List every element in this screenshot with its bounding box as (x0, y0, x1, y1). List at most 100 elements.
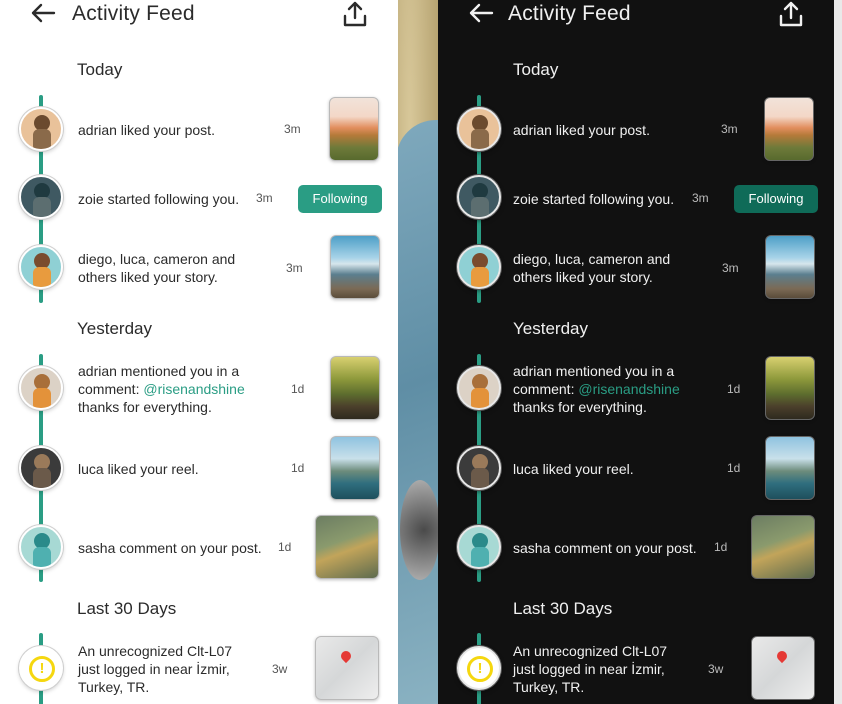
map-pin-icon (774, 648, 789, 663)
activity-text-line: comment: @risenandshine (78, 380, 245, 398)
map-thumbnail[interactable] (315, 636, 379, 700)
text-prefix: comment: (513, 381, 579, 397)
section-title-last30: Last 30 Days (513, 599, 613, 618)
post-thumbnail-flowers[interactable] (764, 97, 814, 161)
comment-thumbnail-forest[interactable] (765, 356, 815, 420)
activity-text: zoie started following you. (513, 191, 675, 207)
header: Activity Feed (438, 0, 834, 30)
arrow-left-icon[interactable] (30, 2, 56, 24)
avatar-diego[interactable] (457, 245, 501, 289)
activity-feed-dark-panel: Activity Feed Today adrian liked your po… (438, 0, 834, 704)
activity-text: luca liked your reel. (78, 461, 199, 477)
reel-thumbnail-mountain[interactable] (765, 436, 815, 500)
post-thumbnail-grass[interactable] (315, 515, 379, 579)
avatar-zoie[interactable] (19, 175, 63, 219)
mention-link[interactable]: @risenandshine (143, 381, 244, 397)
mention-link[interactable]: @risenandshine (578, 381, 679, 397)
post-thumbnail-grass[interactable] (751, 515, 815, 579)
activity-text: An unrecognized Clt-L07 just logged in n… (513, 642, 667, 696)
timestamp: 3m (692, 191, 709, 205)
avatar-zoie[interactable] (457, 175, 501, 219)
background-backdrop (396, 0, 442, 704)
activity-text-line: comment: @risenandshine (513, 380, 680, 398)
exclamation-circle-icon: ! (29, 656, 55, 682)
timestamp: 3m (286, 261, 303, 275)
activity-text-line: An unrecognized Clt-L07 (513, 643, 668, 659)
text-prefix: comment: (78, 381, 144, 397)
backdrop-blue-shape (396, 120, 442, 704)
section-title-yesterday: Yesterday (77, 319, 152, 338)
timestamp: 3m (721, 122, 738, 136)
avatar-luca[interactable] (19, 446, 63, 490)
activity-text-line: adrian mentioned you in a (78, 363, 240, 379)
map-pin-icon (338, 648, 353, 663)
following-button[interactable]: Following (298, 185, 382, 213)
share-upload-icon[interactable] (778, 0, 804, 28)
comment-thumbnail-forest[interactable] (330, 356, 380, 420)
following-button[interactable]: Following (734, 185, 818, 213)
activity-text-line: Turkey, TR. (78, 679, 150, 695)
exclamation-circle-icon: ! (467, 656, 493, 682)
activity-text-line: just logged in near İzmir, (78, 661, 230, 677)
page-title: Activity Feed (508, 2, 631, 25)
timestamp: 1d (291, 382, 305, 396)
activity-text-line: others liked your story. (513, 269, 653, 285)
activity-text: adrian mentioned you in a comment: @rise… (513, 362, 680, 416)
section-title-today: Today (77, 60, 123, 79)
activity-text-line: diego, luca, cameron and (513, 251, 671, 267)
timestamp: 3w (708, 662, 724, 676)
activity-text: diego, luca, cameron and others liked yo… (78, 250, 235, 286)
activity-text: adrian liked your post. (513, 122, 650, 138)
story-thumbnail-lake[interactable] (765, 235, 815, 299)
header: Activity Feed (0, 0, 398, 30)
activity-text-line: Turkey, TR. (513, 679, 585, 695)
activity-feed-light-panel: Activity Feed Today adrian liked your po… (0, 0, 398, 704)
avatar-sasha[interactable] (457, 525, 501, 569)
avatar-adrian[interactable] (457, 107, 501, 151)
activity-text: zoie started following you. (78, 191, 240, 207)
backdrop-gray-shape (400, 480, 440, 580)
reel-thumbnail-mountain[interactable] (330, 436, 380, 500)
activity-text: sasha comment on your post. (78, 540, 262, 556)
section-title-last30: Last 30 Days (77, 599, 177, 618)
activity-text-line: others liked your story. (78, 269, 218, 285)
activity-text: adrian liked your post. (78, 122, 215, 138)
page-title: Activity Feed (72, 2, 195, 25)
avatar-diego[interactable] (19, 245, 63, 289)
activity-text: luca liked your reel. (513, 461, 634, 477)
avatar-adrian[interactable] (19, 107, 63, 151)
timestamp: 3m (256, 191, 273, 205)
avatar-sasha[interactable] (19, 525, 63, 569)
timestamp: 3w (272, 662, 288, 676)
section-title-today: Today (513, 60, 559, 79)
post-thumbnail-flowers[interactable] (329, 97, 379, 161)
security-alert-avatar[interactable]: ! (457, 646, 501, 690)
activity-text-line: An unrecognized Clt-L07 (78, 643, 233, 659)
timestamp: 1d (727, 461, 741, 475)
activity-text: An unrecognized Clt-L07 just logged in n… (78, 642, 232, 696)
security-alert-avatar[interactable]: ! (19, 646, 63, 690)
timestamp: 1d (291, 461, 305, 475)
avatar-luca[interactable] (457, 446, 501, 490)
timestamp: 3m (722, 261, 739, 275)
activity-text-line: diego, luca, cameron and (78, 251, 236, 267)
timestamp: 1d (727, 382, 741, 396)
activity-text-line: adrian mentioned you in a (513, 363, 675, 379)
activity-text: adrian mentioned you in a comment: @rise… (78, 362, 245, 416)
right-edge-strip (834, 0, 842, 704)
timestamp: 3m (284, 122, 301, 136)
activity-text-line: thanks for everything. (513, 399, 647, 415)
avatar-adrian[interactable] (19, 366, 63, 410)
activity-text: diego, luca, cameron and others liked yo… (513, 250, 670, 286)
activity-text: sasha comment on your post. (513, 540, 697, 556)
arrow-left-icon[interactable] (468, 2, 494, 24)
section-title-yesterday: Yesterday (513, 319, 588, 338)
avatar-adrian[interactable] (457, 366, 501, 410)
timestamp: 1d (278, 540, 292, 554)
timestamp: 1d (714, 540, 728, 554)
map-thumbnail[interactable] (751, 636, 815, 700)
share-upload-icon[interactable] (342, 0, 368, 28)
activity-text-line: thanks for everything. (78, 399, 212, 415)
activity-text-line: just logged in near İzmir, (513, 661, 665, 677)
story-thumbnail-lake[interactable] (330, 235, 380, 299)
